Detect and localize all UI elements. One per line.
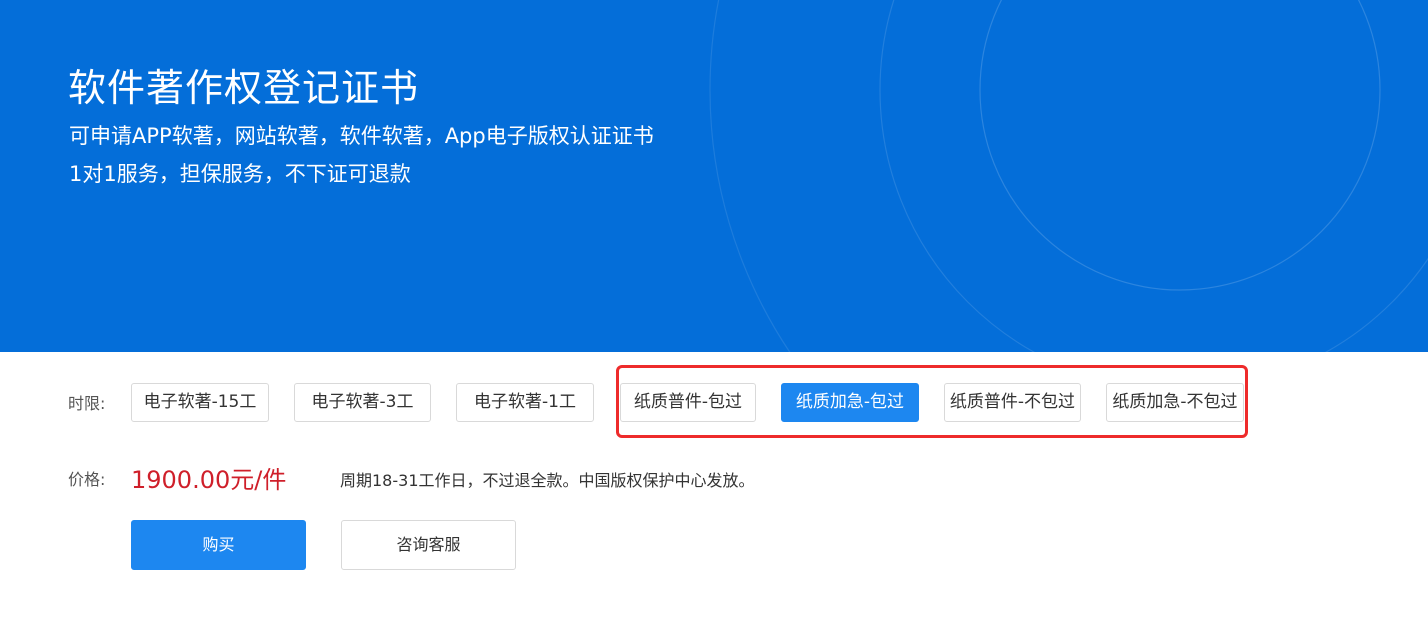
- paper-options-highlight: [616, 365, 1248, 438]
- price-value: 1900.00元/件: [131, 466, 287, 494]
- hero-subtitle-secondary: 1对1服务，担保服务，不下证可退款: [69, 162, 411, 186]
- hero-subtitle-primary: 可申请APP软著，网站软著，软件软著，App电子版权认证证书: [69, 124, 654, 148]
- buy-button[interactable]: 购买: [131, 520, 306, 570]
- consult-service-button[interactable]: 咨询客服: [341, 520, 516, 570]
- hero-banner: 软件著作权登记证书 可申请APP软著，网站软著，软件软著，App电子版权认证证书…: [0, 0, 1428, 352]
- page-title: 软件著作权登记证书: [68, 66, 420, 110]
- option-electronic-3-day[interactable]: 电子软著-3工: [294, 383, 431, 422]
- price-note: 周期18-31工作日，不过退全款。中国版权保护中心发放。: [340, 471, 755, 490]
- price-label: 价格:: [68, 470, 106, 489]
- period-label: 时限:: [68, 394, 106, 413]
- option-electronic-15-day[interactable]: 电子软著-15工: [131, 383, 269, 422]
- option-electronic-1-day[interactable]: 电子软著-1工: [456, 383, 594, 422]
